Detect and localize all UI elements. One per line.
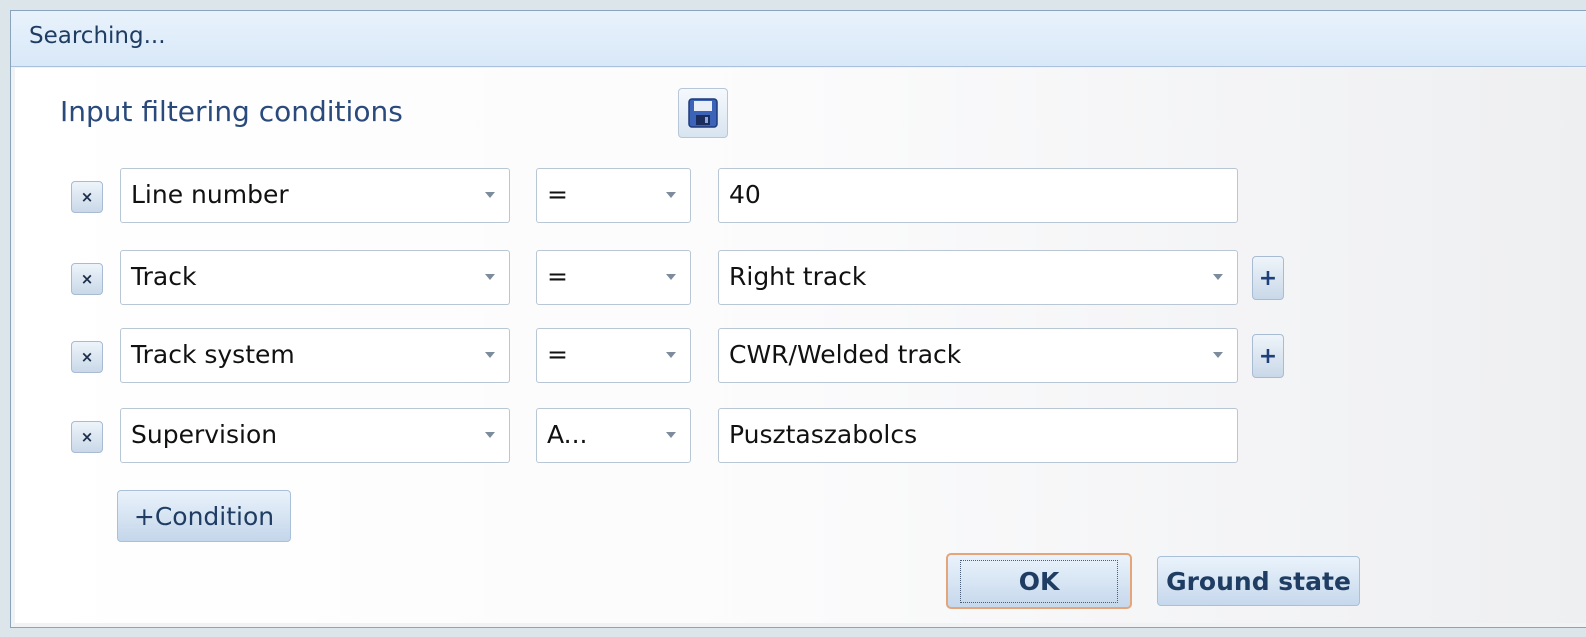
condition-4-field-value: Supervision: [131, 420, 278, 449]
ground-state-button[interactable]: Ground state: [1157, 556, 1360, 606]
condition-3-operator-select[interactable]: =: [536, 328, 691, 383]
chevron-down-icon: [666, 274, 676, 280]
save-filter-button[interactable]: [678, 88, 728, 138]
condition-2-value-text: Right track: [729, 262, 867, 291]
filter-heading: Input filtering conditions: [60, 95, 403, 128]
condition-4-value-input[interactable]: Pusztaszabolcs: [718, 408, 1238, 463]
condition-3-field-select[interactable]: Track system: [120, 328, 510, 383]
chevron-down-icon: [1213, 352, 1223, 358]
condition-3-value-text: CWR/Welded track: [729, 340, 962, 369]
condition-1-value-input[interactable]: 40: [718, 168, 1238, 223]
condition-2-field-value: Track: [131, 262, 197, 291]
condition-1-field-value: Line number: [131, 180, 289, 209]
floppy-disk-icon: [688, 98, 718, 128]
close-icon: ×: [80, 270, 94, 288]
chevron-down-icon: [1213, 274, 1223, 280]
plus-icon: +: [1258, 343, 1278, 369]
condition-2-operator-value: =: [547, 262, 568, 291]
condition-3-field-value: Track system: [131, 340, 295, 369]
remove-condition-4-button[interactable]: ×: [71, 421, 103, 453]
chevron-down-icon: [485, 432, 495, 438]
condition-3-value-select[interactable]: CWR/Welded track: [718, 328, 1238, 383]
chevron-down-icon: [485, 352, 495, 358]
chevron-down-icon: [666, 192, 676, 198]
add-value-2-button[interactable]: +: [1252, 256, 1284, 300]
plus-icon: +: [1258, 265, 1278, 291]
condition-4-operator-value: A...: [547, 420, 588, 449]
remove-condition-3-button[interactable]: ×: [71, 341, 103, 373]
condition-2-operator-select[interactable]: =: [536, 250, 691, 305]
remove-condition-2-button[interactable]: ×: [71, 263, 103, 295]
chevron-down-icon: [485, 274, 495, 280]
condition-2-field-select[interactable]: Track: [120, 250, 510, 305]
close-icon: ×: [80, 188, 94, 206]
chevron-down-icon: [666, 352, 676, 358]
condition-3-operator-value: =: [547, 340, 568, 369]
condition-1-operator-value: =: [547, 180, 568, 209]
condition-1-value-text: 40: [729, 180, 761, 209]
window-title: Searching...: [29, 23, 166, 49]
ok-button-label: OK: [959, 559, 1119, 603]
chevron-down-icon: [485, 192, 495, 198]
condition-4-operator-select[interactable]: A...: [536, 408, 691, 463]
condition-4-value-text: Pusztaszabolcs: [729, 420, 918, 449]
ok-button[interactable]: OK: [946, 553, 1132, 609]
close-icon: ×: [80, 428, 94, 446]
condition-4-field-select[interactable]: Supervision: [120, 408, 510, 463]
remove-condition-1-button[interactable]: ×: [71, 181, 103, 213]
title-bar: Searching...: [11, 11, 1586, 67]
add-value-3-button[interactable]: +: [1252, 334, 1284, 378]
close-icon: ×: [80, 348, 94, 366]
condition-2-value-select[interactable]: Right track: [718, 250, 1238, 305]
condition-1-operator-select[interactable]: =: [536, 168, 691, 223]
add-condition-button[interactable]: +Condition: [117, 490, 291, 542]
chevron-down-icon: [666, 432, 676, 438]
condition-1-field-select[interactable]: Line number: [120, 168, 510, 223]
